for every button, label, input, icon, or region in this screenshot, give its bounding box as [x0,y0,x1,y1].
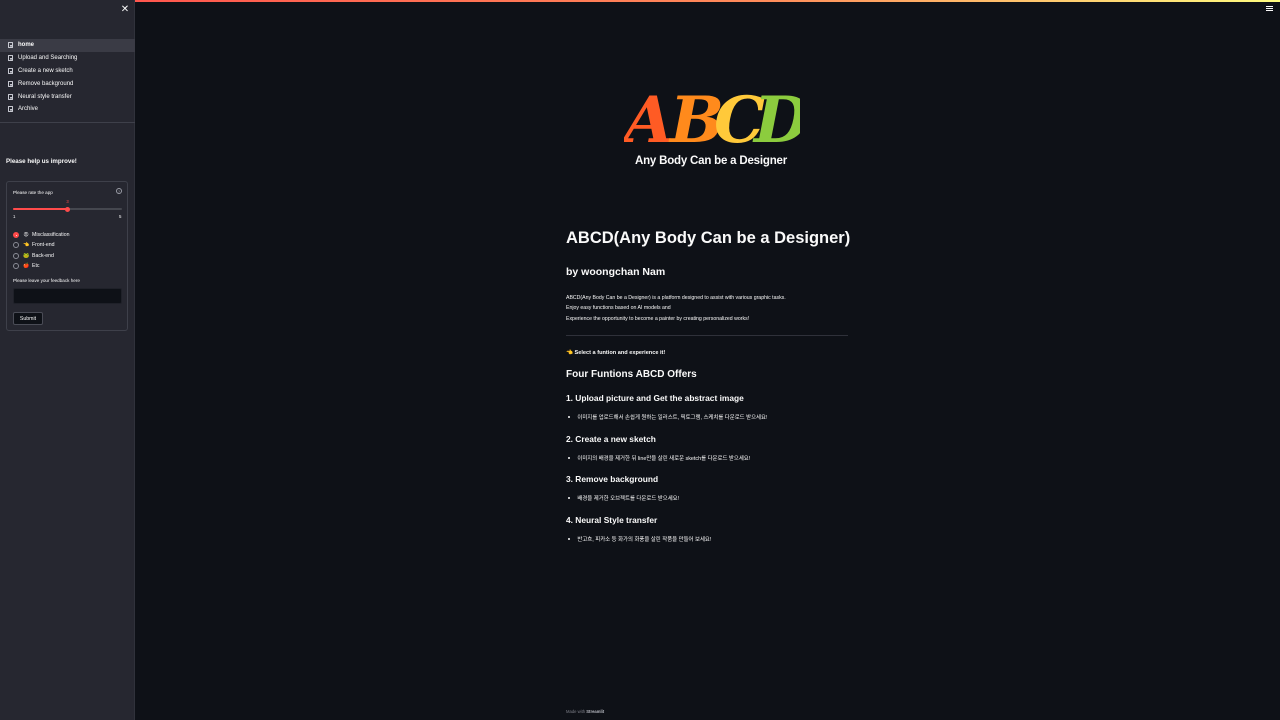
category-radio-group: 😡 Misclassification 👈 Front-end 🐸 Back-end 🍎 Et… [13,230,69,271]
slider-max-label: 5 [119,214,122,219]
page-icon [8,93,13,100]
sidebar-nav: home Upload and Searching Create a new ske… [0,39,135,116]
bullet-text: 이미지의 배경을 제거한 뒤 line만을 살린 새로운 sketch를 다운로… [577,456,751,462]
radio-label: Back-end [32,252,54,259]
select-function-hint: 👈 Select a funtion and experience it! [566,350,666,356]
description-line: ABCD(Any Body Can be a Designer) is a pl… [566,295,786,301]
sidebar-item-archive[interactable]: Archive [0,103,135,116]
offers-title: Four Funtions ABCD Offers [566,369,697,380]
bullet-text: 반고흐, 피카소 등 화가의 화풍을 살린 작품을 만들어 보세요! [577,537,712,543]
rating-slider[interactable]: 3 [13,199,122,212]
radio-option[interactable]: 👈 Front-end [13,240,69,250]
radio-button[interactable] [13,232,19,239]
byline: by woongchan Nam [566,266,666,278]
radio-label: Misclassification [32,232,70,239]
top-decoration-bar [0,0,1280,2]
page-icon [8,67,13,74]
help-title: Please help us improve! [6,158,77,165]
sidebar-item-create-a-new-sketch[interactable]: Create a new sketch [0,65,135,78]
sidebar-item-label: Create a new sketch [18,67,73,74]
bullet-text: 이미지를 업로드해서 손쉽게 원하는 일러스트, 픽토그램, 스케치를 다운로드… [577,415,768,421]
sidebar-item-label: home [18,42,35,49]
page-title: ABCD(Any Body Can be a Designer) [566,229,851,247]
slider-thumb[interactable] [65,206,70,212]
function-title: 3. Remove background [566,474,659,484]
footer-prefix: Made with [566,709,586,714]
radio-label: Etc [32,263,40,270]
emoji-icon: 👈 [23,242,30,249]
page-icon [8,80,13,87]
feedback-label: Please leave your feedback here [13,278,80,283]
logo-letter-d: D [752,84,800,158]
sidebar: ✕ home Upload and Searching Create a new s… [0,0,135,720]
main-menu-icon[interactable] [1266,6,1273,12]
sidebar-item-remove-background[interactable]: Remove background [0,77,135,90]
function-bullet: 배경을 제거한 오브젝트를 다운로드 받으세요! [566,494,679,502]
emoji-icon: 😡 [23,232,29,239]
help-icon[interactable]: ? [116,188,122,194]
feedback-input[interactable] [13,288,122,304]
radio-option[interactable]: 🍎 Etc [13,261,69,271]
logo-subtitle: Any Body Can be a Designer [634,155,787,167]
emoji-icon: 🐸 [23,252,30,259]
emoji-icon: 🍎 [23,263,30,270]
function-title: 1. Upload picture and Get the abstract i… [566,393,744,403]
bullet-text: 배경을 제거한 오브젝트를 다운로드 받으세요! [577,496,680,502]
sidebar-divider [0,122,135,123]
close-sidebar-icon[interactable]: ✕ [119,4,131,16]
sidebar-item-home[interactable]: home [0,39,135,52]
slider-fill [13,208,68,210]
page-icon [8,42,13,49]
page-icon [8,55,13,62]
function-bullet: 반고흐, 피카소 등 화가의 화풍을 살린 작품을 만들어 보세요! [566,535,711,543]
radio-button[interactable] [13,263,19,270]
radio-button[interactable] [13,252,19,259]
divider [566,335,848,336]
function-bullet: 이미지의 배경을 제거한 뒤 line만을 살린 새로운 sketch를 다운로… [566,454,750,462]
function-bullet: 이미지를 업로드해서 손쉽게 원하는 일러스트, 픽토그램, 스케치를 다운로드… [566,413,767,421]
description-line: Experience the opportunity to become a p… [566,315,750,322]
radio-option[interactable]: 🐸 Back-end [13,251,69,261]
submit-button[interactable]: Submit [13,312,43,325]
sidebar-item-label: Neural style transfer [18,93,72,100]
sidebar-item-label: Remove background [18,80,74,87]
footer: Made with Streamlit [566,709,604,714]
sidebar-item-neural-style-transfer[interactable]: Neural style transfer [0,90,135,103]
page-icon [8,106,13,113]
radio-button[interactable] [13,242,19,249]
function-title: 2. Create a new sketch [566,434,656,444]
sidebar-item-label: Upload and Searching [18,55,78,62]
streamlit-link[interactable]: Streamlit [586,709,604,714]
description-line: Enjoy easy functions based on AI models … [566,305,671,312]
rate-label: Please rate the app [13,190,53,195]
sidebar-item-upload-and-searching[interactable]: Upload and Searching [0,52,135,65]
radio-option[interactable]: 😡 Misclassification [13,230,69,240]
description: ABCD(Any Body Can be a Designer) is a pl… [566,293,786,324]
radio-label: Front-end [32,242,55,249]
feedback-form: Please rate the app ? 3 1 5 😡 Misclassifi… [6,181,128,331]
sidebar-item-label: Archive [18,106,39,113]
logo-letter-a: A [624,84,674,158]
function-title: 4. Neural Style transfer [566,515,658,525]
slider-min-label: 1 [13,214,16,219]
slider-value: 3 [66,199,69,204]
